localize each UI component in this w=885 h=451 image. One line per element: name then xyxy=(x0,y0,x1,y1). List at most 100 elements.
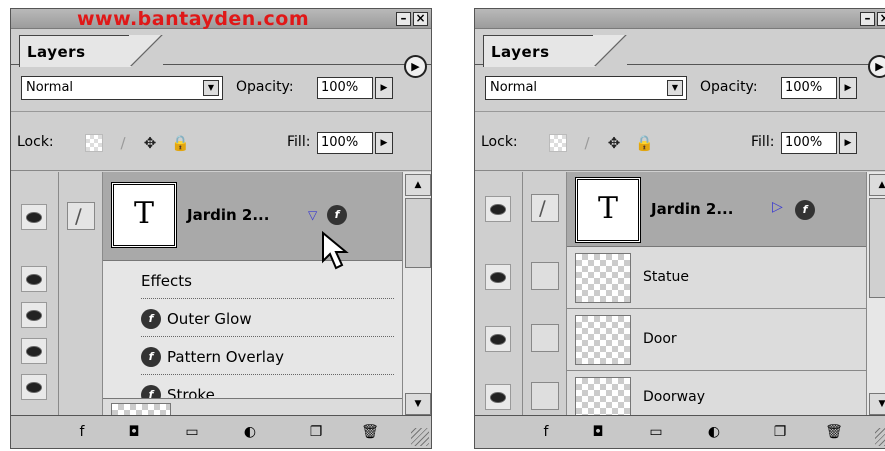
minimize-button[interactable]: – xyxy=(396,12,411,26)
layer-thumbnail xyxy=(575,253,631,303)
layer-row-jardin-selected[interactable]: T Jardin 2... ▽ f xyxy=(103,172,402,261)
blend-row: Normal ▼ Opacity: 100% ▶ xyxy=(11,66,431,112)
scroll-thumb[interactable] xyxy=(869,198,885,298)
fill-field[interactable]: 100% xyxy=(317,132,373,154)
layer-name[interactable]: Jardin 2... xyxy=(187,206,269,224)
tab-row: Layers ▶ xyxy=(475,29,885,78)
resize-grip-icon[interactable] xyxy=(875,428,885,446)
eye-icon[interactable] xyxy=(21,374,47,400)
opacity-label: Opacity: xyxy=(700,79,758,95)
link-box[interactable] xyxy=(531,382,559,410)
opacity-field[interactable]: 100% xyxy=(781,77,837,99)
scroll-up-arrow-icon[interactable]: ▲ xyxy=(869,174,885,196)
eye-icon[interactable] xyxy=(21,266,47,292)
fill-label: Fill: xyxy=(751,134,775,150)
fill-label: Fill: xyxy=(287,134,311,150)
scroll-up-arrow-icon[interactable]: ▲ xyxy=(405,174,431,196)
scroll-down-arrow-icon[interactable]: ▼ xyxy=(869,393,885,415)
minimize-button[interactable]: – xyxy=(860,12,875,26)
add-mask-icon[interactable]: ◘ xyxy=(587,422,609,442)
layers-panel-collapsed: – × Layers ▶ Normal ▼ Opacity: 100% ▶ Lo… xyxy=(474,8,885,449)
trash-icon[interactable]: 🗑 xyxy=(823,422,845,442)
layer-row[interactable]: Statue xyxy=(567,247,866,309)
effects-triangle-down-icon[interactable]: ▽ xyxy=(308,208,317,222)
opacity-arrow-icon[interactable]: ▶ xyxy=(375,77,393,99)
tab-layers-label[interactable]: Layers xyxy=(491,43,550,61)
lock-position-move-icon[interactable]: ✥ xyxy=(141,134,159,152)
effects-triangle-right-icon[interactable]: ▷ xyxy=(772,199,783,215)
new-group-folder-icon[interactable]: ▭ xyxy=(645,422,667,442)
lock-position-move-icon[interactable]: ✥ xyxy=(605,134,623,152)
new-adjustment-layer-icon[interactable]: ◐ xyxy=(703,422,725,442)
layer-name[interactable]: Doorway xyxy=(643,389,705,405)
add-layer-style-icon[interactable]: f xyxy=(535,422,557,442)
lock-image-brush-icon[interactable]: ∕ xyxy=(114,134,132,152)
brush-icon[interactable] xyxy=(67,202,95,230)
chevron-down-icon[interactable]: ▼ xyxy=(667,80,683,96)
new-layer-icon[interactable]: ❐ xyxy=(305,422,327,442)
link-box[interactable] xyxy=(531,262,559,290)
scroll-thumb[interactable] xyxy=(405,198,431,268)
effect-row[interactable]: f Pattern Overlay xyxy=(141,337,394,375)
add-layer-style-icon[interactable]: f xyxy=(71,422,93,442)
panel-titlebar[interactable]: www.bantayden.com – × xyxy=(11,9,431,29)
trash-icon[interactable]: 🗑 xyxy=(359,422,381,442)
blend-mode-select[interactable]: Normal ▼ xyxy=(485,76,687,100)
layers-list: T Jardin 2... ▷ f Statue Door Doorway xyxy=(475,172,866,417)
panel-bottom-bar: f ◘ ▭ ◐ ❐ 🗑 xyxy=(475,415,885,448)
opacity-field[interactable]: 100% xyxy=(317,77,373,99)
lock-all-icon[interactable]: 🔒 xyxy=(171,134,190,152)
layer-row[interactable]: Doorway xyxy=(567,371,866,417)
eye-icon[interactable] xyxy=(21,302,47,328)
fill-arrow-icon[interactable]: ▶ xyxy=(375,132,393,154)
layer-name[interactable]: Door xyxy=(643,331,677,347)
effects-header-row[interactable]: Effects xyxy=(141,261,394,299)
link-box[interactable] xyxy=(531,324,559,352)
blend-mode-select[interactable]: Normal ▼ xyxy=(21,76,223,100)
layer-row-jardin-selected[interactable]: T Jardin 2... ▷ f xyxy=(567,172,866,247)
lock-row: Lock: ∕ ✥ 🔒 Fill: 100% ▶ xyxy=(475,113,885,171)
resize-grip-icon[interactable] xyxy=(411,428,429,446)
eye-icon[interactable] xyxy=(485,384,511,410)
new-adjustment-layer-icon[interactable]: ◐ xyxy=(239,422,261,442)
lock-transparency-icon[interactable] xyxy=(85,134,103,152)
layer-thumbnail xyxy=(575,377,631,417)
eye-icon[interactable] xyxy=(21,204,47,230)
new-group-folder-icon[interactable]: ▭ xyxy=(181,422,203,442)
chevron-down-icon[interactable]: ▼ xyxy=(203,80,219,96)
layer-thumbnail xyxy=(575,315,631,365)
eye-icon[interactable] xyxy=(21,338,47,364)
scrollbar[interactable]: ▲ ▼ xyxy=(402,172,431,417)
layers-list: T Jardin 2... ▽ f Effects f Outer Glow f… xyxy=(11,172,402,423)
eye-icon[interactable] xyxy=(485,196,511,222)
layer-row[interactable]: Door xyxy=(567,309,866,371)
add-mask-icon[interactable]: ◘ xyxy=(123,422,145,442)
fx-icon[interactable]: f xyxy=(795,200,815,220)
layer-name[interactable]: Jardin 2... xyxy=(651,200,733,218)
panel-titlebar[interactable]: – × xyxy=(475,9,885,29)
close-button[interactable]: × xyxy=(413,12,428,26)
scrollbar[interactable]: ▲ ▼ xyxy=(866,172,885,417)
opacity-arrow-icon[interactable]: ▶ xyxy=(839,77,857,99)
blend-mode-value: Normal xyxy=(26,80,74,95)
text-layer-thumbnail: T xyxy=(111,182,177,248)
blend-row: Normal ▼ Opacity: 100% ▶ xyxy=(475,66,885,112)
fill-arrow-icon[interactable]: ▶ xyxy=(839,132,857,154)
tab-layers-label[interactable]: Layers xyxy=(27,43,86,61)
lock-transparency-icon[interactable] xyxy=(549,134,567,152)
eye-icon[interactable] xyxy=(485,326,511,352)
eye-icon[interactable] xyxy=(485,264,511,290)
scroll-down-arrow-icon[interactable]: ▼ xyxy=(405,393,431,415)
brush-icon[interactable] xyxy=(531,194,559,222)
fx-icon[interactable]: f xyxy=(327,205,347,225)
tab-edge xyxy=(593,35,627,66)
effects-list: Effects f Outer Glow f Pattern Overlay f… xyxy=(103,261,402,405)
layer-name[interactable]: Statue xyxy=(643,269,689,285)
effect-label: Outer Glow xyxy=(167,310,252,328)
close-button[interactable]: × xyxy=(877,12,885,26)
lock-all-icon[interactable]: 🔒 xyxy=(635,134,654,152)
effect-row[interactable]: f Outer Glow xyxy=(141,299,394,337)
fill-field[interactable]: 100% xyxy=(781,132,837,154)
new-layer-icon[interactable]: ❐ xyxy=(769,422,791,442)
lock-image-brush-icon[interactable]: ∕ xyxy=(578,134,596,152)
